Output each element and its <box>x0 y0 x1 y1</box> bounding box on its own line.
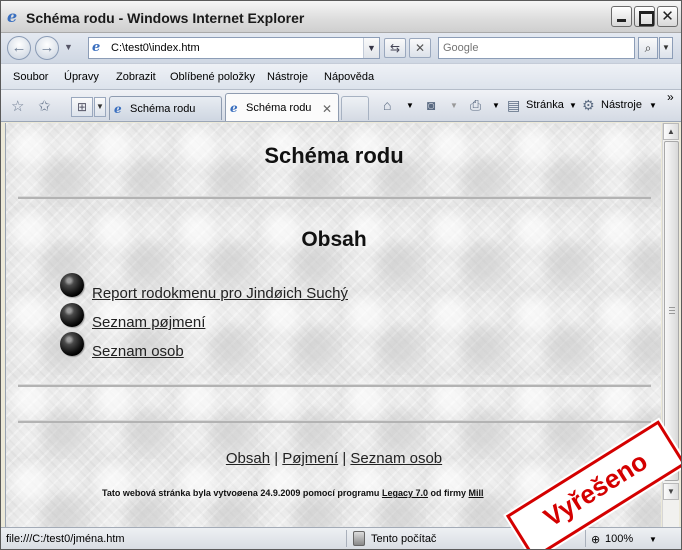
search-button[interactable]: ⌕ <box>638 37 658 59</box>
home-icon[interactable]: ⌂ <box>383 97 391 113</box>
browser-window: e Schéma rodu - Windows Internet Explore… <box>0 0 682 550</box>
back-button[interactable]: ← <box>7 36 31 60</box>
tab-list-dropdown-icon[interactable]: ▼ <box>94 97 106 117</box>
search-box[interactable] <box>438 37 635 59</box>
tab-bar: ☆ ✩ ⊞ ▼ e Schéma rodu e Schéma rodu ✕ ⌂ … <box>1 90 681 122</box>
footer-separator: | <box>274 450 279 467</box>
window-title: Schéma rodu - Windows Internet Explorer <box>26 10 305 26</box>
status-text: file:///C:/test0/jména.htm <box>6 533 125 545</box>
refresh-icon: ⇆ <box>389 41 401 55</box>
feeds-dropdown-icon[interactable]: ▼ <box>450 101 458 110</box>
tab-schema-rodu-1[interactable]: e Schéma rodu <box>109 96 222 120</box>
zoom-level[interactable]: 100% <box>605 533 633 545</box>
tab-label: Schéma rodu <box>130 103 196 115</box>
scroll-thumb[interactable] <box>664 141 679 481</box>
add-favorite-icon[interactable]: ✩ <box>38 97 51 115</box>
footer-navigation: Obsah | Pøjmení | Seznam osob <box>6 450 661 467</box>
forward-button[interactable]: → <box>35 36 59 60</box>
page-icon: e <box>92 40 101 55</box>
credit-company-link[interactable]: Mill <box>469 488 484 498</box>
menu-nastroje[interactable]: Nástroje <box>267 71 308 83</box>
link-seznam-osob[interactable]: Seznam osob <box>92 343 184 360</box>
toolbar-overflow-icon[interactable]: » <box>667 90 674 104</box>
tab-page-icon: e <box>230 101 238 115</box>
tab-schema-rodu-2[interactable]: e Schéma rodu ✕ <box>225 93 339 121</box>
feeds-icon[interactable]: ◙ <box>427 97 435 113</box>
credit-text: Tato webová stránka byla vytvoøena 24.9.… <box>102 488 380 498</box>
bullet-ball-icon <box>60 273 84 297</box>
page-content: Schéma rodu Obsah Report rodokmenu pro J… <box>5 123 661 527</box>
close-window-button[interactable]: ✕ <box>657 6 678 27</box>
tools-dropdown-icon[interactable]: ▼ <box>649 101 657 110</box>
tab-page-icon: e <box>114 102 122 116</box>
print-icon[interactable]: ⎙ <box>470 97 481 114</box>
status-separator <box>346 530 347 547</box>
search-icon: ⌕ <box>644 41 652 55</box>
scroll-up-arrow-icon[interactable]: ▲ <box>663 123 679 140</box>
title-bar[interactable]: e Schéma rodu - Windows Internet Explore… <box>1 1 681 33</box>
address-bar[interactable]: e C:\test0\index.htm ▼ <box>88 37 380 59</box>
back-arrow-icon: ← <box>11 39 27 56</box>
divider <box>18 384 651 387</box>
link-report-rodokmenu[interactable]: Report rodokmenu pro Jindøich Suchý <box>92 285 348 302</box>
footer-link-obsah[interactable]: Obsah <box>226 450 270 467</box>
zoom-dropdown-icon[interactable]: ▼ <box>649 535 657 544</box>
credit-line: Tato webová stránka byla vytvoøena 24.9.… <box>102 488 484 498</box>
home-dropdown-icon[interactable]: ▼ <box>406 101 414 110</box>
maximize-button[interactable] <box>634 6 655 27</box>
new-tab-button[interactable] <box>341 96 369 120</box>
footer-link-seznam-osob[interactable]: Seznam osob <box>350 450 442 467</box>
divider <box>18 420 651 423</box>
forward-arrow-icon: → <box>39 39 55 56</box>
menu-upravy[interactable]: Úpravy <box>64 71 99 83</box>
menu-bar: Soubor Úpravy Zobrazit Oblíbené položky … <box>1 63 681 90</box>
history-dropdown-icon[interactable]: ▼ <box>64 42 73 52</box>
page-menu-dropdown-icon[interactable]: ▼ <box>569 101 577 110</box>
tools-gear-icon: ⚙ <box>582 97 595 113</box>
stop-icon: ✕ <box>414 41 426 55</box>
menu-soubor[interactable]: Soubor <box>13 71 48 83</box>
bullet-ball-icon <box>60 303 84 327</box>
page-title: Schéma rodu <box>264 143 404 168</box>
quick-tabs-button[interactable]: ⊞ <box>71 97 93 117</box>
tab-close-icon[interactable]: ✕ <box>322 102 332 116</box>
search-options-dropdown-icon[interactable]: ▼ <box>659 37 673 59</box>
stop-button[interactable]: ✕ <box>409 38 431 58</box>
page-menu-button[interactable]: Stránka <box>526 99 564 111</box>
minimize-button[interactable] <box>611 6 632 27</box>
address-dropdown-icon[interactable]: ▼ <box>363 38 379 58</box>
divider <box>18 196 651 199</box>
status-separator <box>585 530 586 547</box>
ie-logo-icon: e <box>7 7 18 26</box>
security-zone: Tento počítač <box>371 533 437 545</box>
quick-tabs-icon: ⊞ <box>76 100 88 114</box>
tab-label: Schéma rodu <box>246 102 312 114</box>
link-seznam-prijmeni[interactable]: Seznam pøjmení <box>92 314 205 331</box>
computer-zone-icon <box>353 531 365 546</box>
section-title: Obsah <box>301 228 367 251</box>
print-dropdown-icon[interactable]: ▼ <box>492 101 500 110</box>
zoom-icon: ⊕ <box>591 534 601 546</box>
page-menu-icon: ▤ <box>507 97 521 113</box>
scroll-down-arrow-icon[interactable]: ▼ <box>663 483 679 500</box>
menu-zobrazit[interactable]: Zobrazit <box>116 71 156 83</box>
search-input[interactable] <box>443 39 633 57</box>
credit-from: od firmy <box>430 488 467 498</box>
footer-link-prijmeni[interactable]: Pøjmení <box>282 450 338 467</box>
menu-oblibene[interactable]: Oblíbené položky <box>170 71 255 83</box>
credit-program-link[interactable]: Legacy 7.0 <box>382 488 428 498</box>
footer-separator: | <box>342 450 347 467</box>
close-icon: ✕ <box>661 8 674 25</box>
navigation-bar: ← → ▼ e C:\test0\index.htm ▼ ⇆ ✕ ⌕ ▼ <box>1 33 681 63</box>
bullet-ball-icon <box>60 332 84 356</box>
favorites-star-icon[interactable]: ☆ <box>11 97 24 115</box>
refresh-button[interactable]: ⇆ <box>384 38 406 58</box>
tools-menu-button[interactable]: Nástroje <box>601 99 642 111</box>
address-url[interactable]: C:\test0\index.htm <box>111 42 200 54</box>
menu-napoveda[interactable]: Nápověda <box>324 71 374 83</box>
